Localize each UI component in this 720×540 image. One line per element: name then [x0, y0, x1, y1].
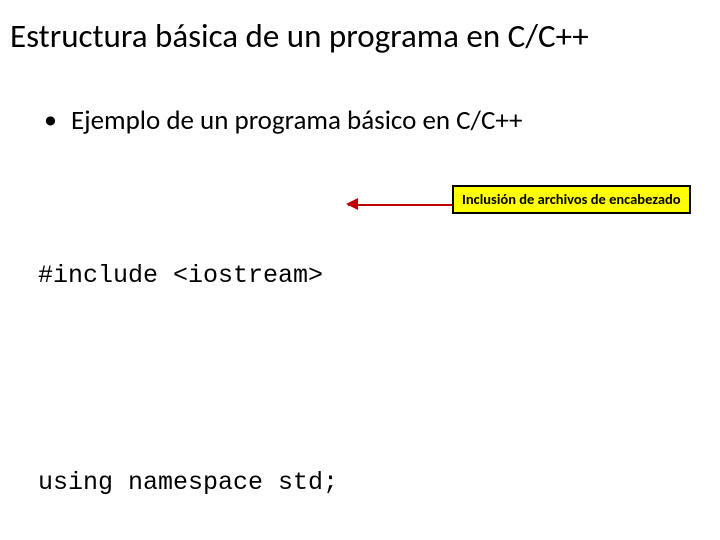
slide-title: Estructura básica de un programa en C/C+…	[10, 18, 710, 56]
bullet-text: Ejemplo de un programa básico en C/C++	[71, 104, 523, 137]
bullet-item: • Ejemplo de un programa básico en C/C++	[44, 104, 522, 137]
code-line-blank1	[38, 363, 696, 398]
inclusion-callout: Inclusión de archivos de encabezado	[452, 185, 691, 214]
code-line-using: using namespace std;	[38, 466, 696, 501]
slide: Estructura básica de un programa en C/C+…	[0, 0, 720, 540]
bullet-dot-icon: •	[44, 106, 57, 132]
code-block: #include <iostream> using namespace std;…	[38, 190, 696, 540]
code-line-include: #include <iostream>	[38, 259, 696, 294]
